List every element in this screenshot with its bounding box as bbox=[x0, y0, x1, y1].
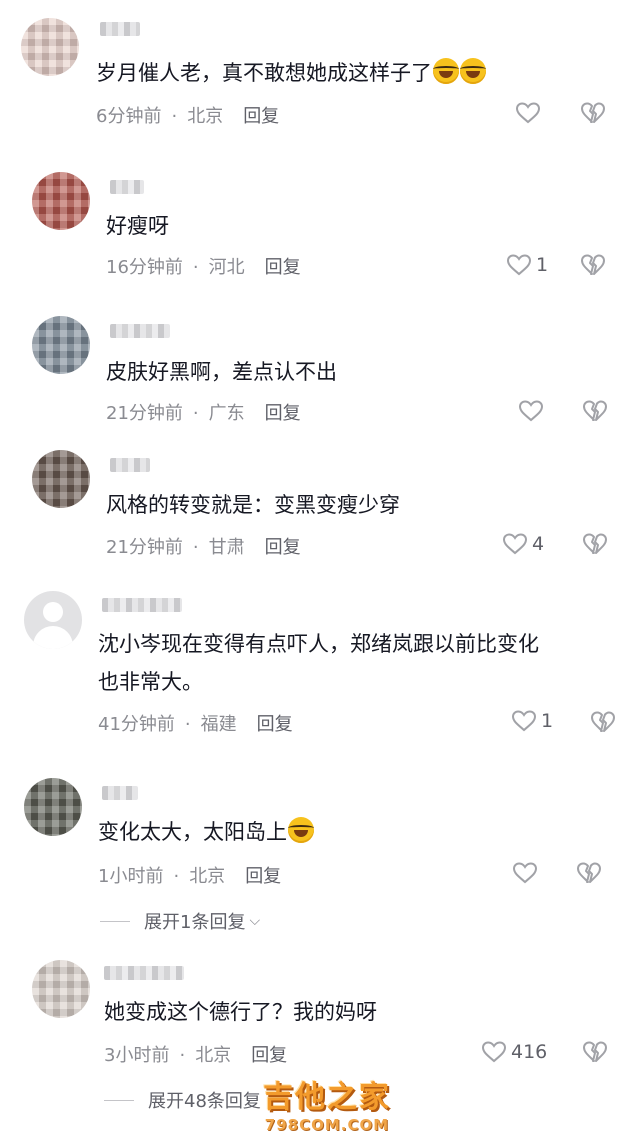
expand-replies-button[interactable]: 展开1条回复 ⌵ bbox=[100, 908, 260, 934]
heart-outline-icon bbox=[511, 710, 537, 732]
divider bbox=[104, 1099, 134, 1101]
username-blurred[interactable] bbox=[110, 324, 170, 338]
heart-outline-icon bbox=[518, 400, 544, 422]
comment-text: 皮肤好黑啊，差点认不出 bbox=[106, 360, 337, 384]
comment-time: 21分钟前 bbox=[106, 537, 183, 558]
comment-location: 北京 bbox=[189, 866, 226, 887]
comment-time: 1小时前 bbox=[98, 866, 164, 887]
avatar[interactable] bbox=[32, 960, 90, 1018]
comment-meta: 6分钟前 · 北京 回复 bbox=[96, 106, 280, 127]
comment-meta: 3小时前 · 北京 回复 bbox=[104, 1045, 288, 1066]
default-avatar-icon[interactable] bbox=[24, 591, 82, 649]
like-button[interactable]: 1 bbox=[511, 708, 553, 734]
like-button[interactable] bbox=[518, 398, 544, 424]
reply-button[interactable]: 回复 bbox=[265, 537, 301, 558]
like-count: 1 bbox=[536, 254, 549, 276]
like-button[interactable]: 416 bbox=[481, 1039, 547, 1065]
rofl-emoji-icon bbox=[460, 58, 486, 84]
watermark-title: 吉他之家 bbox=[263, 1080, 391, 1115]
comment-location: 河北 bbox=[208, 257, 245, 278]
comment-location: 北京 bbox=[195, 1045, 232, 1066]
username-blurred[interactable] bbox=[104, 966, 184, 980]
comment-text: 好瘦呀 bbox=[106, 214, 169, 238]
reply-button[interactable]: 回复 bbox=[265, 403, 301, 424]
rofl-emoji-icon bbox=[433, 58, 459, 84]
expand-replies-button[interactable]: 展开48条回复 bbox=[104, 1087, 261, 1113]
reply-button[interactable]: 回复 bbox=[243, 106, 279, 127]
divider bbox=[100, 920, 130, 922]
avatar[interactable] bbox=[21, 18, 79, 76]
comment-time: 6分钟前 bbox=[96, 106, 162, 127]
broken-heart-icon[interactable] bbox=[582, 532, 608, 556]
comment-text-line: 沈小岑现在变得有点吓人，郑绪岚跟以前比变化 bbox=[98, 632, 539, 656]
comment-meta: 1小时前 · 北京 回复 bbox=[98, 866, 282, 887]
reply-button[interactable]: 回复 bbox=[265, 257, 301, 278]
like-button[interactable]: 4 bbox=[502, 531, 544, 557]
username-blurred[interactable] bbox=[110, 458, 150, 472]
reply-button[interactable]: 回复 bbox=[257, 714, 293, 735]
comment-location: 福建 bbox=[200, 714, 237, 735]
broken-heart-icon[interactable] bbox=[582, 399, 608, 423]
broken-heart-icon[interactable] bbox=[576, 861, 602, 885]
comment-meta: 21分钟前 · 甘肃 回复 bbox=[106, 537, 301, 558]
watermark-url: 798COM.COM bbox=[264, 1116, 390, 1134]
comment-meta: 21分钟前 · 广东 回复 bbox=[106, 403, 301, 424]
expand-replies-label: 展开1条回复 bbox=[144, 912, 246, 933]
like-button[interactable] bbox=[515, 100, 541, 126]
like-count: 4 bbox=[532, 533, 545, 555]
comment-text: 她变成这个德行了？我的妈呀 bbox=[104, 1000, 377, 1024]
like-count: 416 bbox=[511, 1041, 548, 1063]
reply-button[interactable]: 回复 bbox=[251, 1045, 287, 1066]
broken-heart-icon[interactable] bbox=[590, 710, 616, 734]
rofl-emoji-icon bbox=[288, 817, 314, 843]
avatar[interactable] bbox=[32, 316, 90, 374]
comment-time: 41分钟前 bbox=[98, 714, 175, 735]
heart-outline-icon bbox=[512, 862, 538, 884]
comment-location: 广东 bbox=[208, 403, 245, 424]
comment-text: 风格的转变就是：变黑变瘦少穿 bbox=[106, 493, 400, 517]
username-blurred[interactable] bbox=[100, 22, 140, 36]
comment-meta: 41分钟前 · 福建 回复 bbox=[98, 714, 293, 735]
watermark-logo: 吉他之家 798COM.COM bbox=[252, 1072, 402, 1142]
comment-location: 北京 bbox=[187, 106, 224, 127]
expand-replies-label: 展开48条回复 bbox=[148, 1091, 261, 1112]
comment-text-body: 变化太大，太阳岛上 bbox=[98, 820, 287, 844]
heart-outline-icon bbox=[506, 254, 532, 276]
comment-time: 16分钟前 bbox=[106, 257, 183, 278]
username-blurred[interactable] bbox=[110, 180, 144, 194]
broken-heart-icon[interactable] bbox=[580, 253, 606, 277]
reply-button[interactable]: 回复 bbox=[245, 866, 281, 887]
avatar[interactable] bbox=[32, 450, 90, 508]
avatar[interactable] bbox=[32, 172, 90, 230]
comment-location: 甘肃 bbox=[208, 537, 245, 558]
username-blurred[interactable] bbox=[102, 598, 182, 612]
like-count: 1 bbox=[541, 710, 554, 732]
heart-outline-icon bbox=[502, 533, 528, 555]
like-button[interactable]: 1 bbox=[506, 252, 548, 278]
comment-text: 沈小岑现在变得有点吓人，郑绪岚跟以前比变化 也非常大。 bbox=[98, 625, 618, 701]
comment-time: 3小时前 bbox=[104, 1045, 170, 1066]
comment-text-line: 也非常大。 bbox=[98, 670, 203, 694]
heart-outline-icon bbox=[481, 1041, 507, 1063]
broken-heart-icon[interactable] bbox=[580, 101, 606, 125]
comment-text: 岁月催人老，真不敢想她成这样子了 bbox=[96, 54, 616, 92]
username-blurred[interactable] bbox=[102, 786, 138, 800]
broken-heart-icon[interactable] bbox=[582, 1040, 608, 1064]
heart-outline-icon bbox=[515, 102, 541, 124]
comment-text: 变化太大，太阳岛上 bbox=[98, 813, 618, 851]
like-button[interactable] bbox=[512, 860, 538, 886]
comment-time: 21分钟前 bbox=[106, 403, 183, 424]
comment-meta: 16分钟前 · 河北 回复 bbox=[106, 257, 301, 278]
avatar[interactable] bbox=[24, 778, 82, 836]
comment-text-body: 岁月催人老，真不敢想她成这样子了 bbox=[96, 61, 432, 85]
chevron-down-icon: ⌵ bbox=[249, 913, 261, 929]
